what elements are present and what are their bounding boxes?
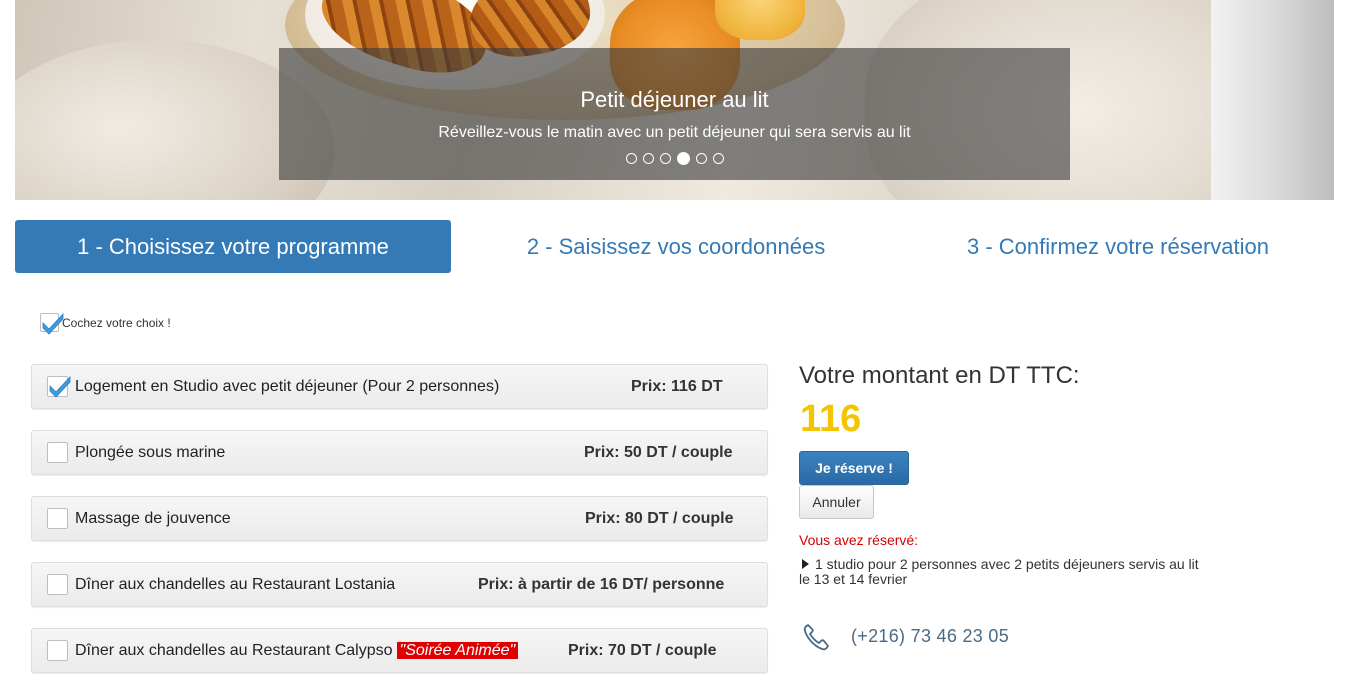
option-name: Plongée sous marine bbox=[75, 444, 226, 461]
banner-side-edge bbox=[1211, 0, 1334, 200]
option-price: Prix: 116 DT bbox=[631, 378, 723, 395]
check-icon bbox=[42, 312, 64, 335]
option-row-dinner-calypso[interactable]: Dîner aux chandelles au Restaurant Calyp… bbox=[31, 628, 768, 673]
option-name: Dîner aux chandelles au Restaurant Losta… bbox=[75, 576, 396, 593]
option-checkbox-massage[interactable] bbox=[47, 508, 68, 529]
step-3-tab[interactable]: 3 - Confirmez votre réservation bbox=[900, 220, 1336, 273]
option-row-studio[interactable]: Logement en Studio avec petit déjeuner (… bbox=[31, 364, 768, 409]
total-amount: 116 bbox=[800, 398, 862, 440]
option-checkbox-diving[interactable] bbox=[47, 442, 68, 463]
hint-checkbox bbox=[40, 312, 64, 335]
step-2-tab[interactable]: 2 - Saisissez vos coordonnées bbox=[470, 220, 882, 273]
option-name: Logement en Studio avec petit déjeuner (… bbox=[75, 378, 500, 395]
cancel-button[interactable]: Annuler bbox=[799, 485, 874, 519]
reserved-item-text: 1 studio pour 2 personnes avec 2 petits … bbox=[799, 556, 1199, 587]
option-price: Prix: 80 DT / couple bbox=[585, 510, 734, 527]
option-name-wrap: Dîner aux chandelles au Restaurant Calyp… bbox=[75, 629, 519, 672]
reserve-button[interactable]: Je réserve ! bbox=[799, 451, 909, 485]
carousel-dot[interactable] bbox=[695, 153, 707, 164]
option-price: Prix: 50 DT / couple bbox=[584, 444, 733, 461]
banner-title: Petit déjeuner au lit bbox=[580, 87, 769, 112]
option-name: Massage de jouvence bbox=[75, 510, 231, 527]
option-row-dinner-lostania[interactable]: Dîner aux chandelles au Restaurant Losta… bbox=[31, 562, 768, 607]
phone-number: (+216) 73 46 23 05 bbox=[851, 626, 1010, 646]
carousel-dot[interactable] bbox=[625, 153, 637, 164]
carousel-indicators bbox=[279, 152, 1070, 165]
check-icon bbox=[49, 375, 71, 398]
step-1-tab[interactable]: 1 - Choisissez votre programme bbox=[15, 220, 451, 273]
phone-icon bbox=[803, 624, 829, 651]
banner-caption: Petit déjeuner au lit Réveillez-vous le … bbox=[279, 48, 1070, 180]
choice-hint: Cochez votre choix ! bbox=[40, 312, 171, 335]
caret-right-icon bbox=[802, 559, 809, 569]
carousel-dot[interactable] bbox=[659, 153, 671, 164]
option-row-diving[interactable]: Plongée sous marine Prix: 50 DT / couple bbox=[31, 430, 768, 475]
hint-label: Cochez votre choix ! bbox=[62, 315, 171, 330]
option-price: Prix: à partir de 16 DT/ personne bbox=[478, 576, 725, 593]
reserved-item: 1 studio pour 2 personnes avec 2 petits … bbox=[799, 557, 1199, 587]
option-name: Dîner aux chandelles au Restaurant Calyp… bbox=[75, 642, 393, 659]
total-title: Votre montant en DT TTC: bbox=[799, 362, 1080, 389]
banner-subtitle: Réveillez-vous le matin avec un petit dé… bbox=[438, 124, 911, 141]
reserved-title: Vous avez réservé: bbox=[799, 532, 919, 548]
option-row-massage[interactable]: Massage de jouvence Prix: 80 DT / couple bbox=[31, 496, 768, 541]
carousel-dot-active[interactable] bbox=[676, 152, 690, 165]
event-badge: "Soirée Animée" bbox=[396, 642, 519, 659]
option-checkbox-dinner-lostania[interactable] bbox=[47, 574, 68, 595]
option-checkbox-studio[interactable] bbox=[47, 375, 71, 398]
option-checkbox-dinner-calypso[interactable] bbox=[47, 640, 68, 661]
carousel-dot[interactable] bbox=[642, 153, 654, 164]
option-price: Prix: 70 DT / couple bbox=[568, 642, 717, 659]
hero-banner: Petit déjeuner au lit Réveillez-vous le … bbox=[15, 0, 1334, 200]
carousel-dot[interactable] bbox=[712, 153, 724, 164]
